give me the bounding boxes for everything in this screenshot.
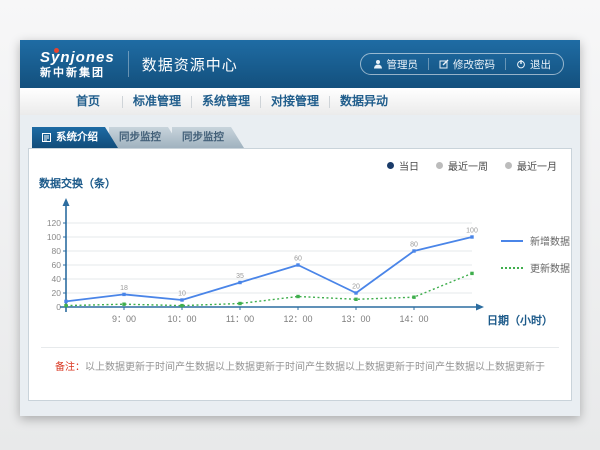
data-point (64, 300, 67, 303)
y-tick-label: 100 (47, 232, 61, 242)
nav-item-3[interactable]: 对接管理 (261, 88, 329, 115)
x-tick-label: 13：00 (341, 314, 370, 324)
data-point (296, 295, 299, 298)
footnote: 备注：以上数据更新于时间产生数据以上数据更新于时间产生数据以上数据更新于时间产生… (39, 358, 561, 373)
radio-label: 最近一周 (448, 158, 488, 173)
logo-red-dot-icon (54, 48, 59, 53)
line-chart: 0204060801001209：0010：0011：0012：0013：001… (53, 196, 488, 336)
radio-label: 最近一月 (517, 158, 557, 173)
data-point (412, 249, 415, 252)
logout-label: 退出 (530, 57, 551, 72)
legend-item-0: 新增数据 (501, 233, 570, 248)
chart-x-axis-title: 日期（小时） (487, 312, 553, 328)
data-point (354, 298, 357, 301)
user-menu[interactable]: 管理员 (373, 57, 419, 72)
data-point (296, 263, 299, 266)
radio-option-2[interactable]: 最近一月 (505, 158, 557, 173)
header-divider (128, 51, 129, 77)
change-password-label: 修改密码 (453, 57, 495, 72)
point-label: 60 (294, 256, 302, 263)
radio-dot-icon (387, 162, 394, 169)
data-point (238, 281, 241, 284)
panel-divider (41, 347, 559, 348)
y-tick-label: 40 (52, 274, 62, 284)
edit-icon (439, 59, 449, 69)
legend-item-1: 更新数据 (501, 260, 570, 275)
data-point (64, 304, 67, 307)
change-password-button[interactable]: 修改密码 (439, 57, 495, 72)
legend-line-sample-icon (501, 240, 523, 242)
time-filter: 当日 最近一周 最近一月 (387, 158, 557, 173)
app-window: Synjones 新中新集团 数据资源中心 管理员 修改密码 (20, 40, 580, 416)
user-name: 管理员 (387, 57, 419, 72)
user-controls: 管理员 修改密码 退出 (360, 53, 565, 75)
chart-y-axis-title: 数据交换（条） (39, 175, 116, 191)
data-point (180, 304, 183, 307)
data-point (122, 293, 125, 296)
x-axis-arrow-icon (476, 304, 484, 311)
point-label: 80 (410, 242, 418, 249)
x-tick-label: 14：00 (399, 314, 428, 324)
tab-1[interactable]: 同步监控 (109, 127, 181, 148)
legend-line-sample-icon (501, 267, 523, 269)
logo-subtext: 新中新集团 (40, 68, 115, 79)
y-tick-label: 60 (52, 260, 62, 270)
main-nav: 首页标准管理系统管理对接管理数据异动 (20, 88, 580, 116)
point-label: 35 (236, 273, 244, 280)
x-tick-label: 9：00 (112, 314, 136, 324)
nav-item-1[interactable]: 标准管理 (123, 88, 191, 115)
tab-label: 同步监控 (182, 127, 224, 148)
y-tick-label: 120 (47, 218, 61, 228)
radio-option-0[interactable]: 当日 (387, 158, 419, 173)
point-label: 18 (120, 285, 128, 292)
point-label: 10 (178, 291, 186, 298)
footnote-label: 备注： (55, 362, 85, 373)
y-tick-label: 80 (52, 246, 62, 256)
nav-item-2[interactable]: 系统管理 (192, 88, 260, 115)
data-point (412, 296, 415, 299)
logo-text: Synjones (40, 50, 115, 65)
content-area: 系统介绍同步监控同步监控 当日最近一周最近一月 数据交换（条） 02040608… (20, 115, 580, 416)
nav-item-0[interactable]: 首页 (54, 88, 122, 115)
x-tick-label: 12：00 (283, 314, 312, 324)
radio-label: 当日 (399, 158, 419, 173)
footnote-text: 以上数据更新于时间产生数据以上数据更新于时间产生数据以上数据更新于时间产生数据以… (85, 362, 545, 373)
page-title: 数据资源中心 (142, 54, 238, 75)
document-icon (42, 133, 51, 142)
app-header: Synjones 新中新集团 数据资源中心 管理员 修改密码 (20, 40, 580, 88)
chart-legend: 新增数据更新数据 (501, 233, 570, 275)
data-point (238, 302, 241, 305)
data-point (122, 303, 125, 306)
y-axis-arrow-icon (63, 198, 70, 206)
data-point (354, 291, 357, 294)
tab-label: 系统介绍 (56, 127, 98, 148)
tab-label: 同步监控 (119, 127, 161, 148)
pill-divider (505, 58, 506, 70)
chart-panel: 当日最近一周最近一月 数据交换（条） 0204060801001209：0010… (28, 148, 572, 401)
tab-bar: 系统介绍同步监控同步监控 (32, 127, 235, 148)
tab-2[interactable]: 同步监控 (172, 127, 244, 148)
tab-0[interactable]: 系统介绍 (32, 127, 118, 148)
data-point (470, 272, 473, 275)
legend-label: 新增数据 (530, 233, 570, 248)
data-point (470, 235, 473, 238)
y-tick-label: 20 (52, 288, 62, 298)
x-tick-label: 10：00 (167, 314, 196, 324)
nav-item-4[interactable]: 数据异动 (330, 88, 398, 115)
data-point (180, 298, 183, 301)
radio-dot-icon (505, 162, 512, 169)
legend-label: 更新数据 (530, 260, 570, 275)
power-icon (516, 59, 526, 69)
radio-option-1[interactable]: 最近一周 (436, 158, 488, 173)
pill-divider (428, 58, 429, 70)
radio-dot-icon (436, 162, 443, 169)
logout-button[interactable]: 退出 (516, 57, 551, 72)
synjones-logo[interactable]: Synjones 新中新集团 (40, 50, 115, 79)
point-label: 100 (466, 228, 478, 235)
user-icon (373, 59, 383, 69)
point-label: 20 (352, 284, 360, 291)
x-tick-label: 11：00 (226, 314, 254, 324)
